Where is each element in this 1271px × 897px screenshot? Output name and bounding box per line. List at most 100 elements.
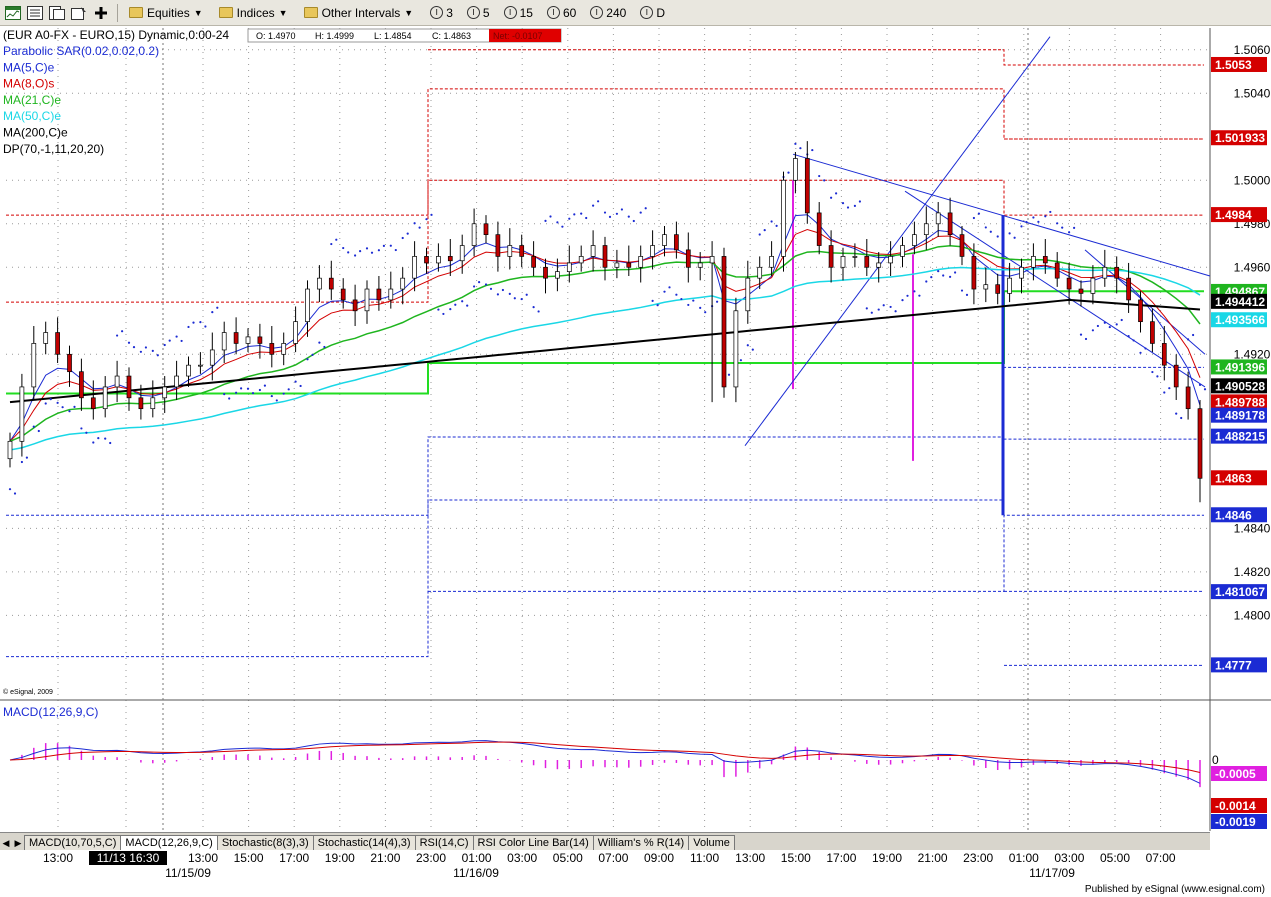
tab-rsi-color-line-bar[interactable]: RSI Color Line Bar(14): [472, 835, 594, 850]
time-tick-label: 13:00: [735, 851, 765, 865]
tab-scroll-right-icon[interactable]: ▶: [12, 836, 24, 850]
interval-15-button[interactable]: I 15: [499, 6, 538, 20]
candle-body: [174, 375, 179, 388]
chart-window-icon[interactable]: [4, 4, 22, 22]
sar-dot: [484, 283, 488, 286]
sar-dot: [294, 380, 297, 383]
tab-macd-12-26[interactable]: MACD(12,26,9,C): [120, 835, 218, 850]
interval-icon: I: [640, 6, 654, 19]
ohlc-net: Net: -0.0107: [493, 31, 543, 41]
interval-240-button[interactable]: I 240: [585, 6, 631, 20]
candle-body: [1173, 364, 1179, 388]
ohlc-open: O: 1.4970: [256, 31, 296, 41]
folder-icon: [129, 7, 143, 18]
sar-dot: [97, 437, 100, 440]
equities-menu[interactable]: Equities ▼: [125, 3, 211, 23]
interval-5-button[interactable]: I5: [462, 6, 495, 20]
sar-dot: [532, 306, 535, 309]
candle-body: [1078, 288, 1084, 294]
sar-dot: [675, 293, 678, 296]
sar-dot: [1061, 226, 1064, 229]
sar-dot: [1151, 370, 1154, 374]
candle-body: [1042, 256, 1048, 264]
indices-menu[interactable]: Indices ▼: [215, 3, 296, 23]
quote-window-icon[interactable]: [26, 4, 44, 22]
sar-dot: [342, 246, 345, 250]
sar-dot: [144, 346, 147, 349]
candle-body: [626, 262, 632, 268]
candle-body: [233, 332, 239, 344]
sar-dot: [478, 280, 481, 284]
sar-dot: [597, 200, 600, 203]
time-tick-label: 23:00: [416, 851, 446, 865]
tab-macd-10-70[interactable]: MACD(10,70,5,C): [24, 835, 122, 850]
tab-stochastic-8[interactable]: Stochastic(8(3),3): [216, 835, 314, 850]
sar-dot: [1020, 225, 1023, 228]
tab-scroll-left-icon[interactable]: ◀: [0, 836, 12, 850]
sar-dot: [287, 388, 290, 391]
sar-dot: [704, 311, 707, 314]
candle-body: [864, 256, 870, 268]
macd-value-label: -0.0014: [1215, 799, 1256, 813]
time-axis: 13:00 11/13 16:30 13:00 15:00 17:00 19:00 21:0…: [0, 850, 1271, 885]
sar-dot: [835, 192, 838, 195]
sar-dot: [996, 235, 999, 238]
interval-icon: I: [466, 6, 480, 19]
toolbar: Equities ▼ Indices ▼ Other Intervals ▼ I…: [0, 0, 1271, 26]
sar-dot: [311, 353, 314, 356]
tab-rsi[interactable]: RSI(14,C): [414, 835, 474, 850]
sar-dot: [960, 289, 964, 292]
candle-body: [935, 212, 941, 225]
sar-dot: [853, 204, 857, 207]
tab-volume[interactable]: Volume: [688, 835, 735, 850]
sar-dot: [984, 226, 987, 229]
sar-dot: [394, 248, 397, 252]
price-label: 1.491396: [1215, 360, 1265, 374]
candle-body: [31, 343, 37, 388]
interval-60-button[interactable]: I 60: [542, 6, 581, 20]
sar-dot: [116, 334, 119, 337]
candle-body: [674, 234, 679, 251]
sar-dot: [1144, 347, 1147, 350]
candle-body: [697, 262, 703, 268]
sar-dot: [1108, 325, 1111, 329]
interval-3-button[interactable]: I3: [425, 6, 458, 20]
time-tick-label: 03:00: [507, 851, 537, 865]
study-label: MA(21,C)e: [3, 93, 61, 107]
sar-dot: [151, 349, 154, 352]
sar-dot: [811, 148, 814, 152]
sar-dot: [1103, 321, 1106, 324]
price-label: 1.481067: [1215, 585, 1265, 599]
sar-dot: [430, 213, 433, 216]
sar-dot: [85, 431, 88, 434]
interval-d-button[interactable]: ID: [635, 6, 670, 20]
sar-dot: [573, 213, 576, 216]
candle-body: [400, 277, 406, 290]
candle-body: [328, 277, 334, 290]
sar-dot: [794, 142, 797, 145]
sar-dot: [44, 402, 47, 405]
other-intervals-menu[interactable]: Other Intervals ▼: [300, 3, 422, 23]
properties-icon[interactable]: [70, 4, 88, 22]
candle-body: [245, 336, 251, 344]
study-label: Parabolic SAR(0.02,0.02,0.2): [3, 44, 159, 58]
price-chart[interactable]: 0-0.0005 -0.0014 -0.0019 1.5060 1.5040 1.500…: [0, 26, 1271, 832]
page-icon[interactable]: [48, 4, 66, 22]
sar-dot: [496, 293, 499, 296]
interval-label: 3: [446, 5, 453, 20]
tab-stochastic-14[interactable]: Stochastic(14(4),3): [312, 835, 416, 850]
sar-dot: [1073, 226, 1076, 229]
tab-williams-r[interactable]: William's % R(14): [592, 835, 690, 850]
candle-body: [186, 364, 191, 377]
sar-dot: [1156, 375, 1159, 378]
sar-dot: [894, 310, 897, 313]
add-icon[interactable]: [92, 4, 110, 22]
sar-dot: [335, 238, 338, 241]
time-tick-label: 19:00: [872, 851, 902, 865]
sar-dot: [306, 358, 309, 361]
sar-dot: [727, 373, 731, 376]
pivot-s3-line: [428, 514, 1204, 592]
sar-dot: [104, 437, 107, 440]
sar-dot: [882, 304, 885, 307]
time-tick-label: 01:00: [462, 851, 492, 865]
